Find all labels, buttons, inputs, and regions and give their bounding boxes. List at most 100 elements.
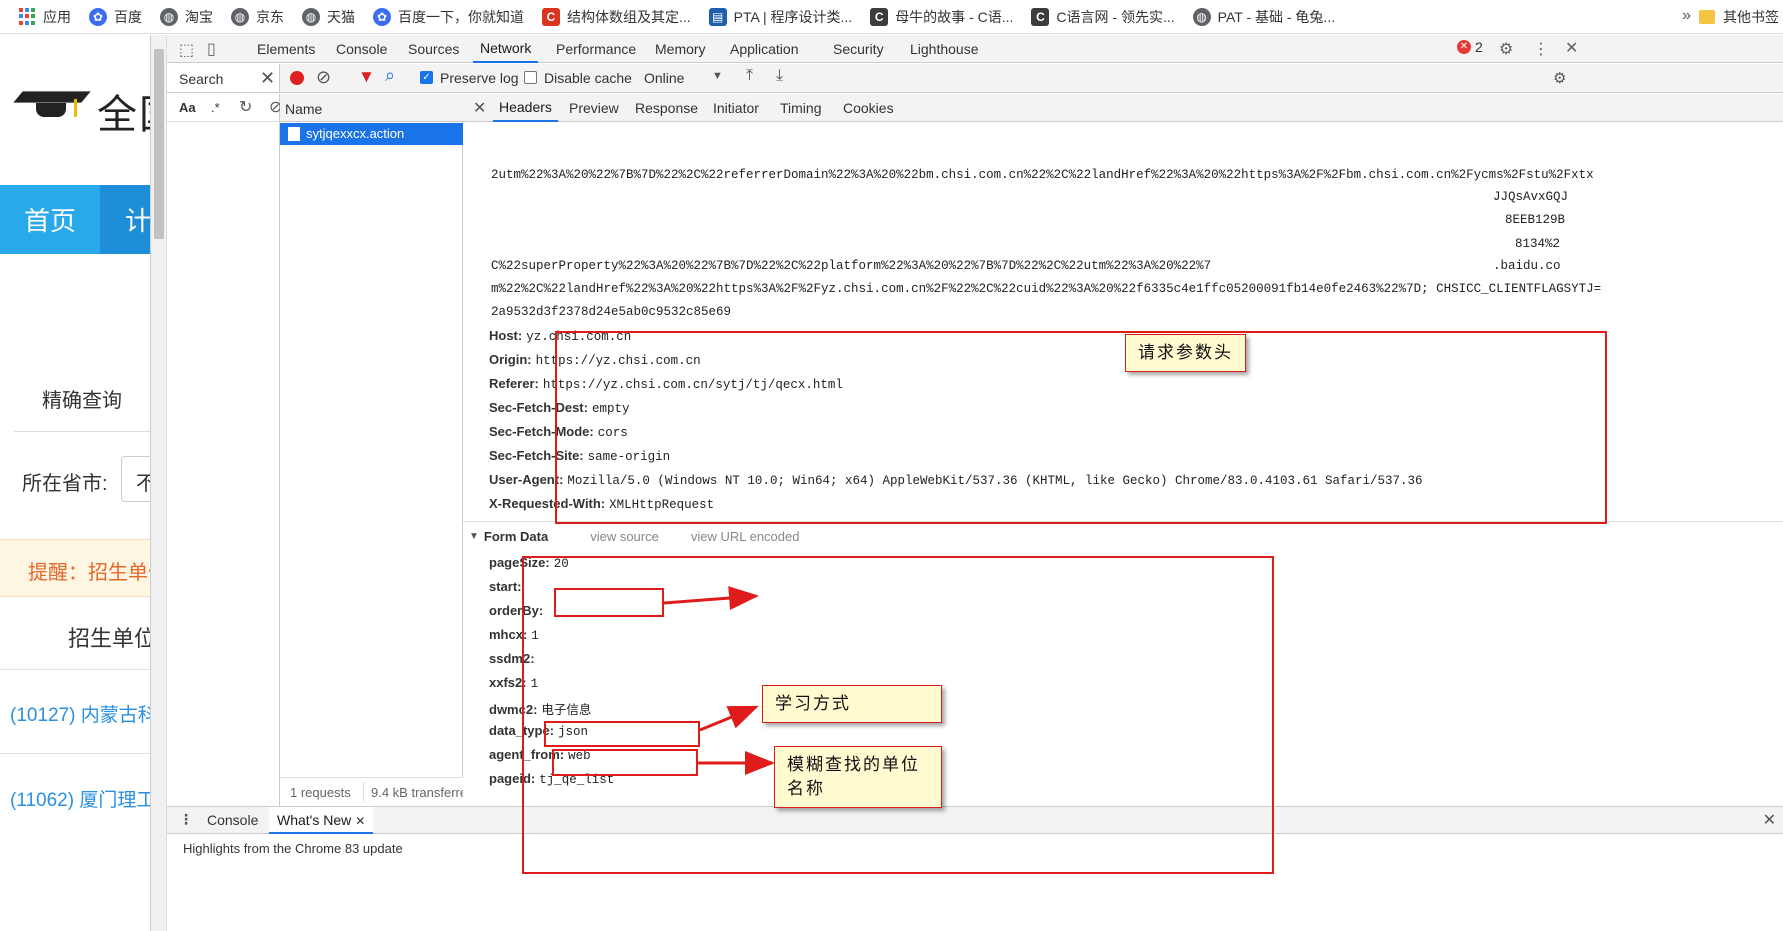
scrollbar-thumb[interactable] (154, 49, 164, 239)
regex-button[interactable]: .* (211, 100, 220, 115)
bookmark-pat[interactable]: ◍ PAT - 基础 - 龟兔... (1192, 7, 1336, 27)
bookmarks-overflow-button[interactable]: » (1682, 7, 1691, 25)
match-case-button[interactable]: Aa (179, 100, 196, 115)
baidu-paw-icon: ✿ (89, 7, 107, 26)
tab-response[interactable]: Response (635, 94, 698, 122)
reminder-text: 提醒：招生单位 (28, 562, 150, 584)
tab-console[interactable]: Console (336, 35, 387, 63)
annotation-box-xxfs2 (544, 721, 700, 747)
form-key: start: (489, 579, 522, 594)
name-header-label: Name (285, 101, 323, 117)
reminder-banner: 提醒：招生单位 (0, 539, 150, 597)
tab-elements[interactable]: Elements (257, 35, 315, 63)
disable-cache-label: Disable cache (544, 70, 632, 86)
error-counter[interactable]: ✕ 2 (1457, 39, 1483, 55)
unit-link[interactable]: (11062) 厦门理工 (10, 785, 150, 812)
chevron-down-icon[interactable]: ▼ (712, 70, 723, 82)
triangle-down-icon: ▼ (469, 531, 479, 542)
network-status-bar: 1 requests 9.4 kB transferred (280, 777, 474, 806)
throttle-select[interactable]: Online (644, 70, 684, 86)
tab-network[interactable]: Network (473, 35, 539, 63)
bookmark-pta[interactable]: ▤ PTA | 程序设计类... (708, 7, 853, 27)
bookmark-jd[interactable]: ◍ 京东 (231, 7, 284, 27)
device-toolbar-icon[interactable]: ▯ (207, 39, 216, 59)
drawer-tab-whats-new[interactable]: What's New ✕ (269, 807, 374, 834)
tab-cookies[interactable]: Cookies (843, 94, 894, 122)
search-label[interactable]: Search (179, 71, 223, 87)
export-har-icon[interactable]: ⤓ (776, 67, 783, 85)
close-icon[interactable]: ✕ (473, 98, 486, 118)
search-icon[interactable]: ⌕ (385, 65, 395, 86)
header-key: User-Agent: (489, 472, 564, 487)
network-settings-icon[interactable]: ⚙ (1553, 69, 1566, 87)
close-icon[interactable]: ✕ (260, 68, 275, 89)
nav-home[interactable]: 首页 (0, 185, 100, 254)
bookmark-tmall[interactable]: ◍ 天猫 (302, 7, 355, 27)
nav-plan[interactable]: 计 (125, 185, 150, 254)
other-bookmarks-label: 其他书签 (1723, 9, 1779, 25)
close-devtools-icon[interactable]: ✕ (1565, 38, 1578, 58)
tab-memory[interactable]: Memory (655, 35, 706, 63)
search-pane: Aa .* ↻ ⊘ (167, 94, 282, 806)
tab-sources[interactable]: Sources (408, 35, 459, 63)
bookmark-label: PAT - 基础 - 龟兔... (1217, 8, 1336, 25)
globe-icon: ◍ (302, 7, 320, 26)
form-key: xxfs2: (489, 675, 527, 690)
bookmark-label: 天猫 (327, 8, 355, 25)
tab-timing[interactable]: Timing (780, 94, 822, 122)
cookie-value-line: JJQsAvxGQJ (1493, 190, 1569, 204)
bookmark-label: 结构体数组及其定... (567, 8, 691, 25)
disable-cache-checkbox[interactable] (524, 71, 537, 84)
whats-new-label: What's New (277, 812, 352, 828)
tab-security[interactable]: Security (833, 35, 884, 63)
view-url-encoded-link[interactable]: view URL encoded (691, 529, 800, 544)
name-column-header[interactable]: Name (280, 94, 463, 122)
request-count: 1 requests (290, 785, 351, 800)
tab-initiator[interactable]: Initiator (713, 94, 759, 122)
record-button[interactable] (290, 71, 304, 85)
close-drawer-icon[interactable]: ✕ (1763, 810, 1776, 830)
tab-lighthouse[interactable]: Lighthouse (910, 35, 979, 63)
page-scrollbar[interactable] (151, 35, 167, 931)
bookmark-baidu-search[interactable]: ✿ 百度一下，你就知道 (373, 7, 524, 27)
bookmark-label: PTA | 程序设计类... (733, 8, 853, 25)
cookie-value-line: m%22%2C%22landHref%22%3A%20%22https%3A%2… (491, 282, 1602, 296)
bookmark-cow-story[interactable]: C 母牛的故事 - C语... (870, 7, 1013, 27)
view-source-link[interactable]: view source (590, 529, 659, 544)
bookmark-taobao[interactable]: ◍ 淘宝 (160, 7, 213, 27)
bookmark-label: 京东 (256, 8, 284, 25)
detail-tabs: ✕ Headers Preview Response Initiator Tim… (463, 94, 1783, 122)
cookie-value-line: 8134%2 (1515, 237, 1561, 251)
form-data-section-header[interactable]: ▼ Form Data view source view URL encoded (469, 529, 799, 544)
close-icon[interactable]: ✕ (355, 814, 365, 828)
province-select[interactable]: 不 (121, 456, 150, 502)
tab-preview[interactable]: Preview (569, 94, 619, 122)
tab-headers[interactable]: Headers (493, 94, 558, 122)
more-options-icon[interactable]: ⋮ (1533, 39, 1549, 59)
unit-link[interactable]: (10127) 内蒙古科 (10, 700, 150, 727)
settings-gear-icon[interactable]: ⚙ (1499, 39, 1513, 59)
other-bookmarks-button[interactable]: 其他书签 (1699, 0, 1779, 34)
header-key: Referer: (489, 376, 539, 391)
divider (0, 753, 150, 754)
clear-icon[interactable]: ⊘ (316, 67, 331, 88)
preserve-log-checkbox[interactable]: ✓ (420, 71, 433, 84)
drawer-menu-icon[interactable]: ⋮ (179, 811, 193, 828)
graduation-cap-icon (13, 85, 91, 125)
import-har-icon[interactable]: ⤒ (746, 67, 753, 85)
cgrammar-icon: C (1031, 7, 1050, 26)
bookmark-baidu[interactable]: ✿ 百度 (89, 7, 142, 27)
exact-query-tab[interactable]: 精确查询 (42, 384, 122, 413)
bookmark-clang-net[interactable]: C C语言网 - 领先实... (1031, 7, 1175, 27)
tab-application[interactable]: Application (730, 35, 799, 63)
drawer-tab-console[interactable]: Console (207, 812, 258, 828)
refresh-icon[interactable]: ↻ (239, 97, 252, 117)
bookmark-apps[interactable]: 应用 (18, 7, 71, 27)
bookmark-struct-array[interactable]: C 结构体数组及其定... (542, 7, 691, 27)
error-count: 2 (1475, 39, 1483, 55)
request-row[interactable]: sytjqexxcx.action (280, 123, 463, 145)
tab-performance[interactable]: Performance (556, 35, 636, 63)
whats-new-highlight: Highlights from the Chrome 83 update (183, 841, 403, 856)
inspect-element-icon[interactable]: ⬚ (179, 40, 194, 60)
filter-icon[interactable]: ▼ (358, 67, 375, 87)
